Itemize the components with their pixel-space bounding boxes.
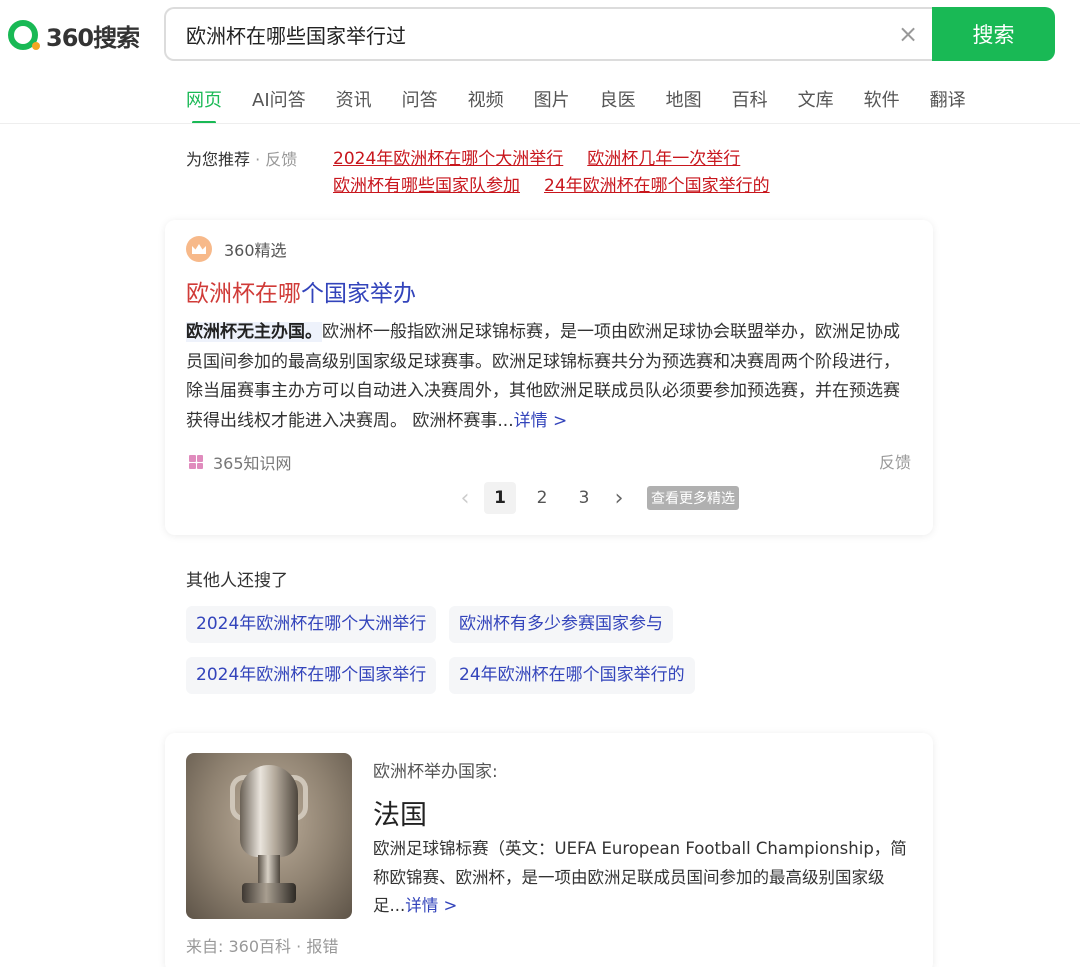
recommend-link[interactable]: 24年欧洲杯在哪个国家举行的 xyxy=(544,171,770,198)
logo-icon xyxy=(8,20,40,50)
search-input[interactable] xyxy=(186,9,866,59)
recommend-label: 为您推荐 · 反馈 xyxy=(186,146,297,170)
related-search-chip[interactable]: 24年欧洲杯在哪个国家举行的 xyxy=(449,657,695,694)
tab-wenku[interactable]: 文库 xyxy=(798,86,834,124)
others-searched-title: 其他人还搜了 xyxy=(186,571,288,591)
featured-answer: 欧洲杯无主办国。 xyxy=(186,322,322,342)
related-search-chip[interactable]: 欧洲杯有多少参赛国家参与 xyxy=(449,606,673,643)
crown-icon xyxy=(186,236,212,262)
related-search-chip[interactable]: 2024年欧洲杯在哪个大洲举行 xyxy=(186,606,437,643)
tab-qa[interactable]: 问答 xyxy=(402,86,438,124)
header-divider xyxy=(0,123,1080,124)
related-search-chip[interactable]: 2024年欧洲杯在哪个国家举行 xyxy=(186,657,437,694)
baike-question-label: 欧洲杯举办国家: xyxy=(373,762,498,782)
tab-software[interactable]: 软件 xyxy=(864,86,900,124)
search-box: × xyxy=(164,7,934,61)
logo-text: 360搜索 xyxy=(46,23,140,52)
baike-answer-value: 法国 xyxy=(373,800,427,831)
tab-doctor[interactable]: 良医 xyxy=(600,86,636,124)
source-site-icon xyxy=(189,455,203,469)
featured-source: 365知识网 xyxy=(189,450,292,474)
baike-answer-card: 欧洲杯举办国家: 法国 欧洲足球锦标赛（英文：UEFA European Foo… xyxy=(165,733,933,967)
recommend-link[interactable]: 欧洲杯有哪些国家队参加 xyxy=(333,171,520,198)
featured-source-name[interactable]: 365知识网 xyxy=(213,450,292,474)
pager-prev-icon[interactable]: ‹ xyxy=(451,486,479,511)
tab-video[interactable]: 视频 xyxy=(468,86,504,124)
featured-snippet: 欧洲杯无主办国。欧洲杯一般指欧洲足球锦标赛，是一项由欧洲足球协会联盟举办，欧洲足… xyxy=(186,318,916,436)
pager-page-3[interactable]: 3 xyxy=(568,482,600,514)
pager-more-button[interactable]: 查看更多精选 xyxy=(647,486,739,510)
recommend-sep: · xyxy=(255,150,261,169)
baike-footer-sep: · xyxy=(296,937,302,956)
featured-badge-label: 360精选 xyxy=(224,241,287,260)
featured-badge: 360精选 xyxy=(186,236,287,262)
baike-footer: 来自: 360百科 · 报错 xyxy=(186,933,338,957)
recommend-title: 为您推荐 xyxy=(186,150,251,169)
featured-title-rest: 个国家举办 xyxy=(301,281,416,307)
tab-map[interactable]: 地图 xyxy=(666,86,702,124)
baike-report-link[interactable]: 报错 xyxy=(306,937,338,956)
pager-page-2[interactable]: 2 xyxy=(526,482,558,514)
featured-feedback[interactable]: 反馈 xyxy=(879,449,911,473)
tab-translate[interactable]: 翻译 xyxy=(930,86,966,124)
featured-pager: ‹ 1 2 3 › 查看更多精选 xyxy=(451,482,739,514)
tab-ai[interactable]: AI问答 xyxy=(252,86,306,124)
nav-tabs: 网页 AI问答 资讯 问答 视频 图片 良医 地图 百科 文库 软件 翻译 xyxy=(186,86,996,124)
tab-web[interactable]: 网页 xyxy=(186,86,222,124)
pager-next-icon[interactable]: › xyxy=(605,486,633,511)
recommend-links: 2024年欧洲杯在哪个大洲举行 欧洲杯几年一次举行 欧洲杯有哪些国家队参加 24… xyxy=(333,144,853,198)
clear-icon[interactable]: × xyxy=(896,22,920,46)
tab-images[interactable]: 图片 xyxy=(534,86,570,124)
logo[interactable]: 360搜索 xyxy=(8,18,140,52)
tab-news[interactable]: 资讯 xyxy=(336,86,372,124)
featured-detail-link[interactable]: 详情 > xyxy=(514,411,568,431)
recommend-link[interactable]: 2024年欧洲杯在哪个大洲举行 xyxy=(333,144,563,171)
featured-title-highlight: 欧洲杯在哪 xyxy=(186,281,301,307)
pager-page-1[interactable]: 1 xyxy=(484,482,516,514)
recommend-link[interactable]: 欧洲杯几年一次举行 xyxy=(587,144,740,171)
baike-description: 欧洲足球锦标赛（英文：UEFA European Football Champi… xyxy=(373,835,915,921)
recommend-feedback[interactable]: 反馈 xyxy=(265,150,297,169)
search-button[interactable]: 搜索 xyxy=(932,7,1055,61)
tab-baike[interactable]: 百科 xyxy=(732,86,768,124)
baike-source[interactable]: 来自: 360百科 xyxy=(186,937,291,956)
featured-result-card: 360精选 欧洲杯在哪个国家举办 欧洲杯无主办国。欧洲杯一般指欧洲足球锦标赛，是… xyxy=(165,220,933,535)
baike-detail-link[interactable]: 详情 > xyxy=(405,896,457,915)
trophy-image[interactable] xyxy=(186,753,352,919)
featured-title[interactable]: 欧洲杯在哪个国家举办 xyxy=(186,274,416,308)
